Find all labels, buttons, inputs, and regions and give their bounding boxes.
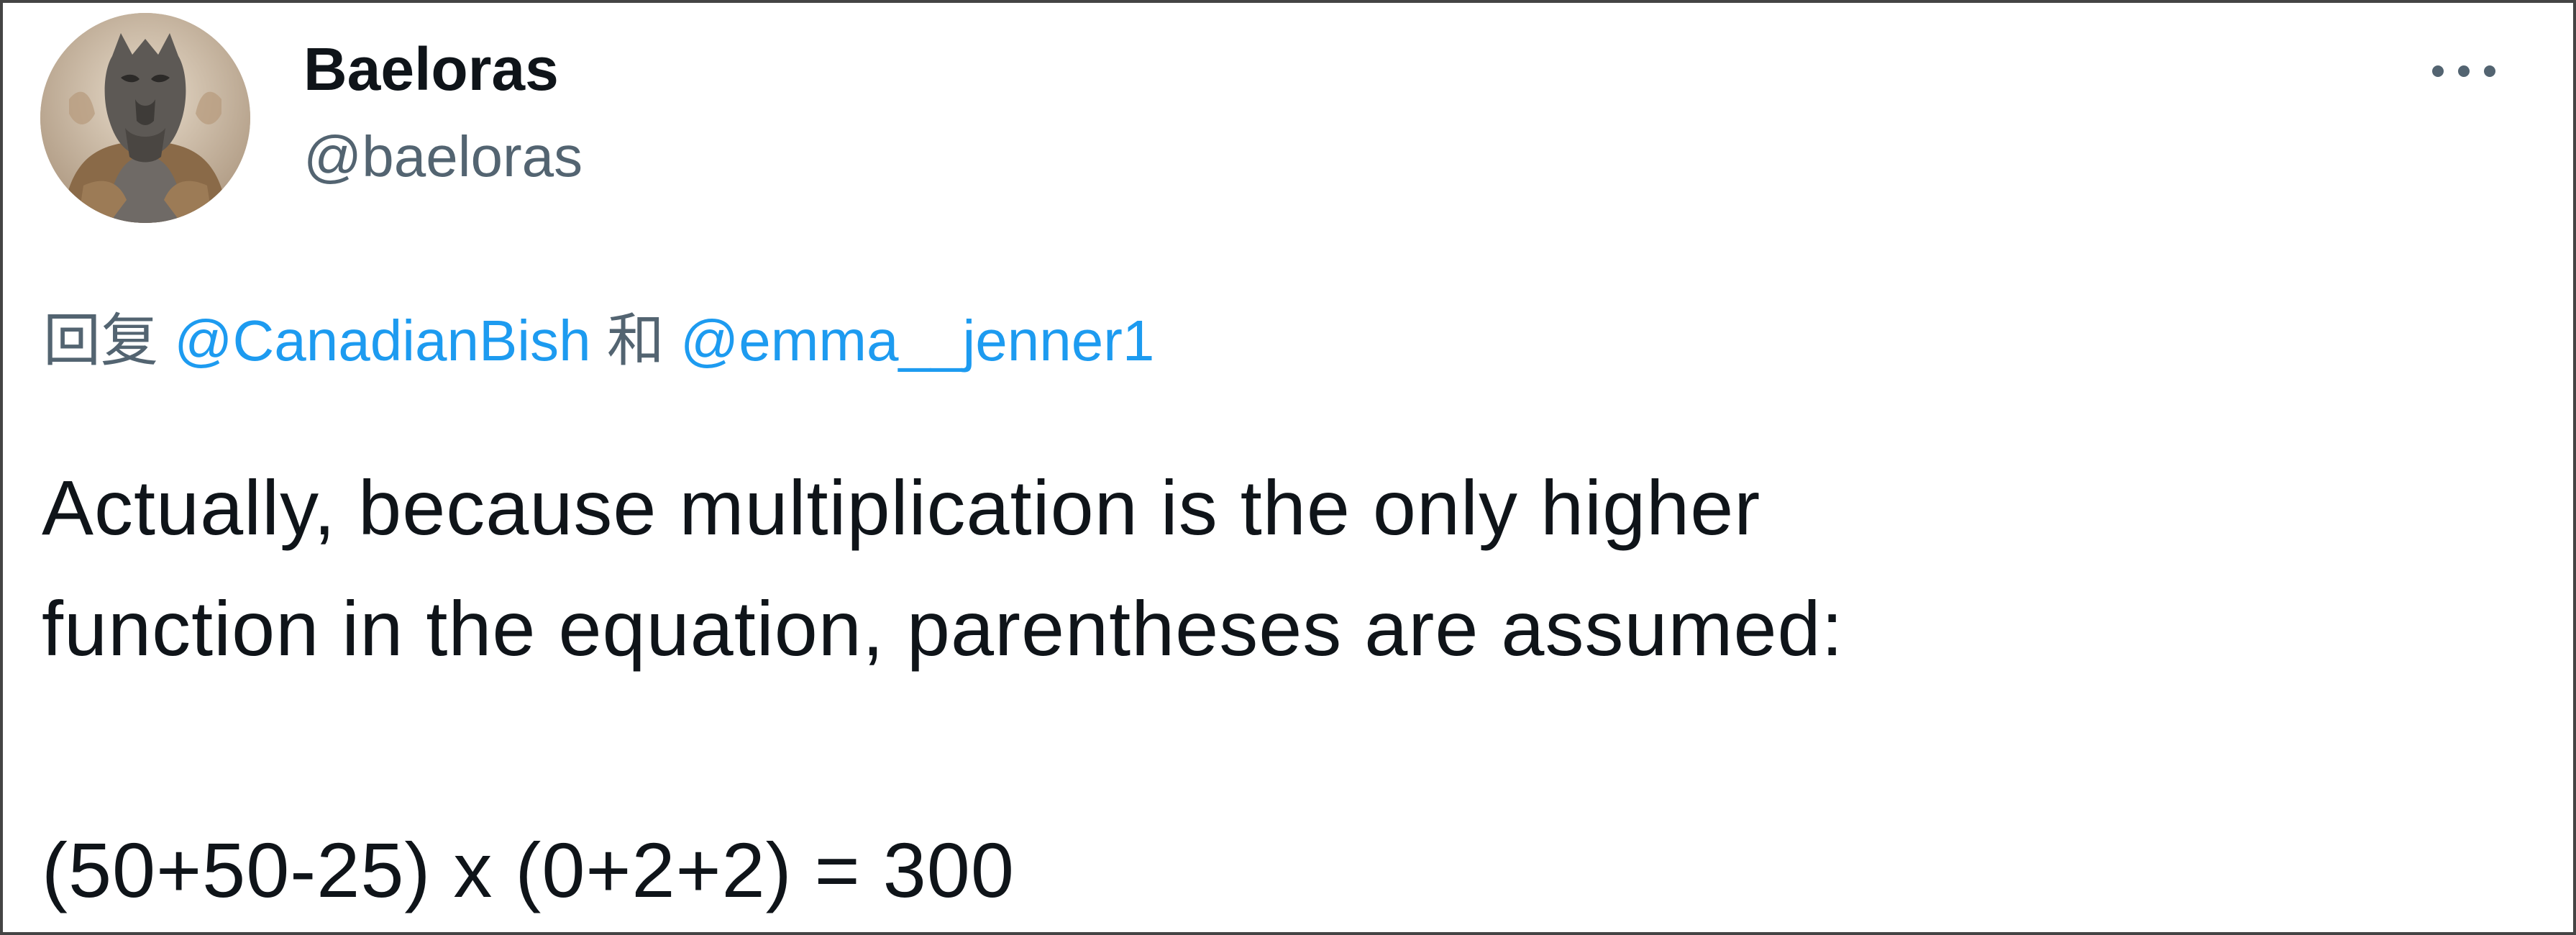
tweet-card: Baeloras @baeloras 回复 @CanadianBish 和 @e…: [0, 0, 2576, 935]
reply-prefix: 回复: [43, 309, 158, 373]
user-handle[interactable]: @baeloras: [303, 122, 583, 191]
mention-canadianbish[interactable]: @CanadianBish: [174, 309, 590, 373]
tweet-text-line: (50+50-25) x (0+2+2) = 300: [42, 826, 1015, 913]
more-options-button[interactable]: [2424, 39, 2504, 104]
avatar-image: [40, 13, 250, 223]
mention-emma-jenner1[interactable]: @emma__jenner1: [680, 309, 1154, 373]
tweet-text-line: function in the equation, parentheses ar…: [42, 585, 1844, 672]
display-name[interactable]: Baeloras: [303, 33, 559, 105]
more-options-icon: [2432, 65, 2495, 77]
reply-context: 回复 @CanadianBish 和 @emma__jenner1: [43, 304, 1154, 378]
tweet-text-line: Actually, because multiplication is the …: [42, 464, 1761, 551]
avatar[interactable]: [40, 13, 250, 223]
tweet-text: Actually, because multiplication is the …: [42, 447, 1844, 931]
reply-conjunction: 和: [606, 309, 664, 373]
